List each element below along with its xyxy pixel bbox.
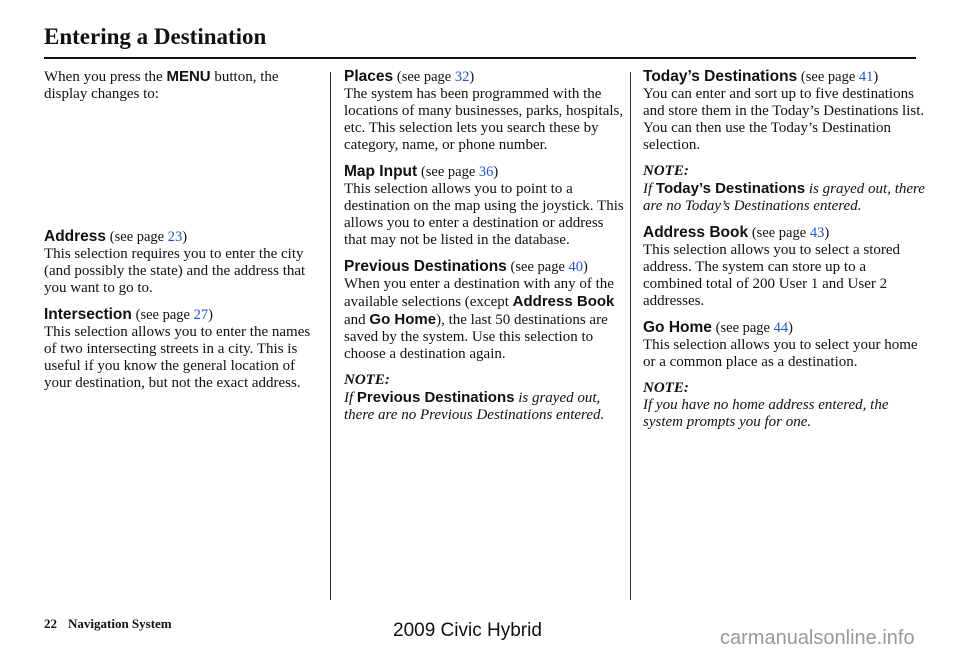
section-heading: Previous Destinations xyxy=(344,258,507,275)
section-body: This selection allows you to enter the n… xyxy=(44,324,311,391)
section-heading: Today’s Destinations xyxy=(643,68,798,85)
column-divider xyxy=(630,72,631,600)
section-heading: Go Home xyxy=(643,319,712,336)
note-go-home: NOTE: If you have no home address entere… xyxy=(643,380,928,431)
page-link[interactable]: 32 xyxy=(455,69,470,85)
note-label: NOTE: xyxy=(344,372,390,388)
section-go-home: Go Home (see page 44) This selection all… xyxy=(643,319,928,371)
section-body: You can enter and sort up to five destin… xyxy=(643,86,925,153)
section-body: When you enter a destination with any of… xyxy=(344,276,615,362)
page-link[interactable]: 44 xyxy=(774,320,789,336)
note-text: If Today’s Destinations is grayed out, t… xyxy=(643,180,925,214)
page-link[interactable]: 43 xyxy=(810,225,825,241)
title-rule xyxy=(44,57,916,59)
section-heading: Address Book xyxy=(643,224,749,241)
note-text: If you have no home address entered, the… xyxy=(643,397,889,430)
section-body: This selection allows you to select a st… xyxy=(643,242,901,309)
intro-text: When you press the MENU button, the disp… xyxy=(44,68,279,102)
section-body: This selection allows you to point to a … xyxy=(344,181,624,248)
note-previous-destinations: NOTE: If Previous Destinations is grayed… xyxy=(344,372,624,424)
section-heading: Map Input xyxy=(344,163,418,180)
page-number: 22 xyxy=(44,616,57,631)
note-text: If Previous Destinations is grayed out, … xyxy=(344,389,605,423)
section-body: This selection allows you to select your… xyxy=(643,337,918,370)
section-heading: Places xyxy=(344,68,394,85)
section-address-book: Address Book (see page 43) This selectio… xyxy=(643,224,928,310)
menu-button-label: MENU xyxy=(166,68,211,85)
column-1: When you press the MENU button, the disp… xyxy=(44,68,324,401)
note-label: NOTE: xyxy=(643,380,689,396)
section-previous-destinations: Previous Destinations (see page 40) When… xyxy=(344,258,624,363)
page-link[interactable]: 27 xyxy=(194,307,209,323)
page-link[interactable]: 23 xyxy=(168,229,183,245)
section-address: Address (see page 23) This selection req… xyxy=(44,228,324,297)
watermark: carmanualsonline.info xyxy=(720,627,915,649)
section-map-input: Map Input (see page 36) This selection a… xyxy=(344,163,624,248)
vehicle-model: 2009 Civic Hybrid xyxy=(393,620,542,641)
display-image-space xyxy=(44,112,324,228)
note-label: NOTE: xyxy=(643,163,689,179)
section-heading: Intersection xyxy=(44,306,132,323)
section-body: The system has been programmed with the … xyxy=(344,86,624,153)
section-heading: Address xyxy=(44,228,107,245)
section-intersection: Intersection (see page 27) This selectio… xyxy=(44,306,324,392)
footer-section-label: Navigation System xyxy=(68,616,172,631)
page-link[interactable]: 36 xyxy=(479,164,494,180)
column-2: Places (see page 32) The system has been… xyxy=(344,68,624,433)
page-title: Entering a Destination xyxy=(44,24,267,49)
page-link[interactable]: 40 xyxy=(569,259,584,275)
column-3: Today’s Destinations (see page 41) You c… xyxy=(643,68,928,440)
column-divider xyxy=(330,72,331,600)
section-todays-destinations: Today’s Destinations (see page 41) You c… xyxy=(643,68,928,154)
note-todays-destinations: NOTE: If Today’s Destinations is grayed … xyxy=(643,163,928,215)
section-places: Places (see page 32) The system has been… xyxy=(344,68,624,153)
section-body: This selection requires you to enter the… xyxy=(44,246,306,296)
page-link[interactable]: 41 xyxy=(859,69,874,85)
